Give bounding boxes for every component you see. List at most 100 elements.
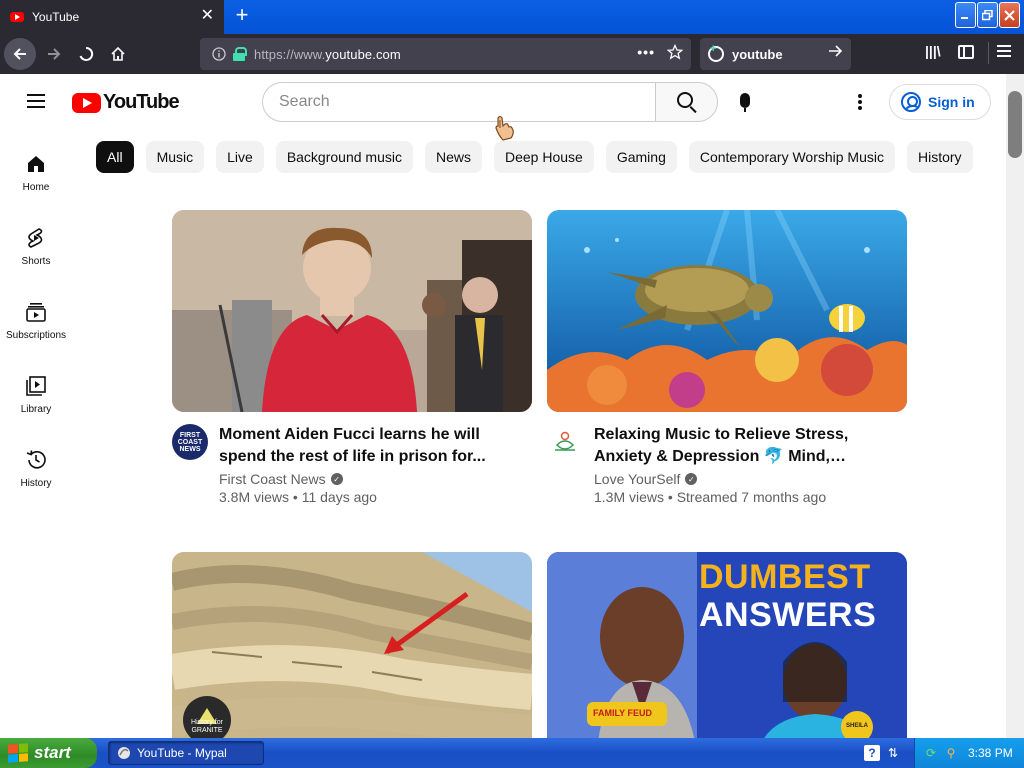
chip-gaming[interactable]: Gaming: [605, 141, 677, 173]
sidebar-item-history[interactable]: History: [0, 436, 72, 510]
thumbnail-name-tag: SHEILA: [846, 723, 869, 729]
tab-close-icon[interactable]: ✕: [201, 8, 214, 24]
youtube-logo-text: YouTube: [103, 91, 180, 113]
sign-in-button[interactable]: Sign in: [889, 84, 991, 120]
youtube-favicon-icon: [10, 12, 24, 22]
video-thumbnail[interactable]: [172, 210, 532, 412]
thumbnail-headline-1: DUMBEST: [699, 558, 871, 596]
video-card[interactable]: Relaxing Music to Relieve Stress, Anxiet…: [547, 210, 907, 505]
windows-flag-icon: [8, 743, 28, 763]
voice-search-mic-icon[interactable]: [740, 93, 750, 112]
hand-cursor-icon: [495, 115, 514, 141]
search-icon: [676, 92, 693, 108]
settings-more-icon[interactable]: [858, 94, 862, 110]
chip-all[interactable]: All: [96, 141, 134, 173]
search-button[interactable]: [655, 82, 718, 122]
taskbar-window-button[interactable]: YouTube - Mypal: [108, 741, 264, 765]
home-icon: [24, 152, 48, 176]
sidebar-item-label: Home: [22, 182, 50, 193]
chip-live[interactable]: Live: [216, 141, 264, 173]
youtube-logo[interactable]: YouTube: [72, 91, 180, 114]
sidebar-toggle-icon[interactable]: [958, 45, 974, 59]
help-icon[interactable]: ?: [864, 745, 880, 761]
filter-chip-bar: All Music Live Background music News Dee…: [96, 141, 973, 173]
tray-app-icon[interactable]: ⟳: [923, 745, 939, 761]
hamburger-menu-icon[interactable]: [997, 45, 1011, 57]
home-button[interactable]: [102, 38, 134, 70]
search-input[interactable]: Search: [262, 82, 655, 122]
sidebar-item-shorts[interactable]: Shorts: [0, 214, 72, 288]
thumbnail-badge-text: FAMILY FEUD: [593, 708, 653, 718]
library-icon[interactable]: |||\: [925, 43, 941, 59]
history-icon: [24, 448, 48, 472]
video-thumbnail[interactable]: History for GRANITE: [172, 552, 532, 738]
address-bar[interactable]: https://www.youtube.com •••: [200, 38, 691, 70]
video-title[interactable]: Moment Aiden Fucci learns he will spend …: [219, 424, 489, 468]
youtube-page: YouTube Search Sign in All Music Live Ba…: [0, 74, 1024, 738]
verified-badge-icon: ✓: [685, 473, 698, 485]
network-icon[interactable]: ⇅: [885, 745, 901, 761]
chip-background-music[interactable]: Background music: [275, 141, 413, 173]
forward-button[interactable]: [38, 38, 70, 70]
thumbnail-headline-2: ANSWERS: [699, 596, 877, 634]
guide-menu-icon[interactable]: [27, 94, 45, 108]
browser-search-box[interactable]: youtube: [700, 38, 851, 70]
lotus-meditation-icon: [555, 431, 575, 451]
sidebar-item-label: Shorts: [21, 256, 51, 267]
chip-history[interactable]: History: [907, 141, 973, 173]
loading-spinner-icon: [79, 46, 94, 61]
thumbnail-badge-text: History for GRANITE: [191, 719, 223, 734]
search-engine-icon: [708, 43, 724, 62]
page-actions-icon[interactable]: •••: [637, 44, 655, 60]
page-scrollbar[interactable]: [1006, 74, 1024, 738]
sidebar-item-subscriptions[interactable]: Subscriptions: [0, 288, 72, 362]
back-arrow-icon: [13, 48, 26, 60]
scrollbar-thumb[interactable]: [1008, 91, 1022, 158]
video-stats: 3.8M views • 11 days ago: [219, 489, 377, 505]
chip-deep-house[interactable]: Deep House: [494, 141, 594, 173]
forward-arrow-icon: [48, 48, 61, 60]
sidebar-item-library[interactable]: Library: [0, 362, 72, 436]
channel-name[interactable]: First Coast News: [219, 471, 326, 487]
chip-news[interactable]: News: [424, 141, 482, 173]
new-tab-button[interactable]: +: [231, 4, 253, 26]
channel-name[interactable]: Love YourSelf: [594, 471, 680, 487]
bookmark-star-icon[interactable]: [666, 43, 684, 65]
sidebar-item-home[interactable]: Home: [0, 140, 72, 214]
channel-avatar-text: FIRST COAST NEWS: [177, 431, 203, 453]
browser-search-text: youtube: [732, 46, 783, 62]
sea-turtle-reef-thumbnail-image: [547, 210, 907, 412]
home-icon: [111, 46, 125, 61]
back-button[interactable]: [4, 38, 36, 70]
taskbar-clock[interactable]: 3:38 PM: [968, 746, 1013, 760]
chip-music[interactable]: Music: [145, 141, 205, 173]
video-card[interactable]: History for GRANITE: [172, 552, 532, 738]
video-thumbnail[interactable]: [547, 210, 907, 412]
sidebar-item-label: History: [20, 478, 52, 489]
chip-contemporary-worship-music[interactable]: Contemporary Worship Music: [688, 141, 895, 173]
subscriptions-icon: [24, 300, 48, 324]
minimize-button[interactable]: [955, 2, 976, 28]
channel-avatar[interactable]: FIRST COAST NEWS: [172, 424, 208, 460]
close-icon: [1004, 9, 1015, 21]
sign-in-label: Sign in: [928, 94, 975, 110]
video-meta: Relaxing Music to Relieve Stress, Anxiet…: [547, 424, 907, 505]
video-thumbnail[interactable]: DUMBEST ANSWERS FAMILY FEUD SHEILA: [547, 552, 907, 738]
tray-search-icon[interactable]: ⚲: [943, 745, 959, 761]
start-label: start: [34, 743, 71, 762]
url-text: https://www.youtube.com: [254, 46, 401, 62]
browser-tab-youtube[interactable]: YouTube ✕: [0, 0, 224, 34]
restore-button[interactable]: [977, 2, 998, 28]
video-title[interactable]: Relaxing Music to Relieve Stress, Anxiet…: [594, 424, 864, 468]
shorts-icon: [24, 226, 48, 250]
site-info-icon[interactable]: [208, 43, 230, 65]
channel-avatar[interactable]: [547, 424, 583, 460]
search-go-arrow-icon[interactable]: [827, 43, 843, 64]
close-window-button[interactable]: [999, 2, 1020, 28]
restore-icon: [982, 9, 993, 20]
library-icon: [24, 374, 48, 398]
video-card[interactable]: FIRST COAST NEWS Moment Aiden Fucci lear…: [172, 210, 532, 505]
start-button[interactable]: start: [0, 738, 97, 768]
video-card[interactable]: DUMBEST ANSWERS FAMILY FEUD SHEILA: [547, 552, 907, 738]
stop-loading-button[interactable]: [70, 38, 102, 70]
